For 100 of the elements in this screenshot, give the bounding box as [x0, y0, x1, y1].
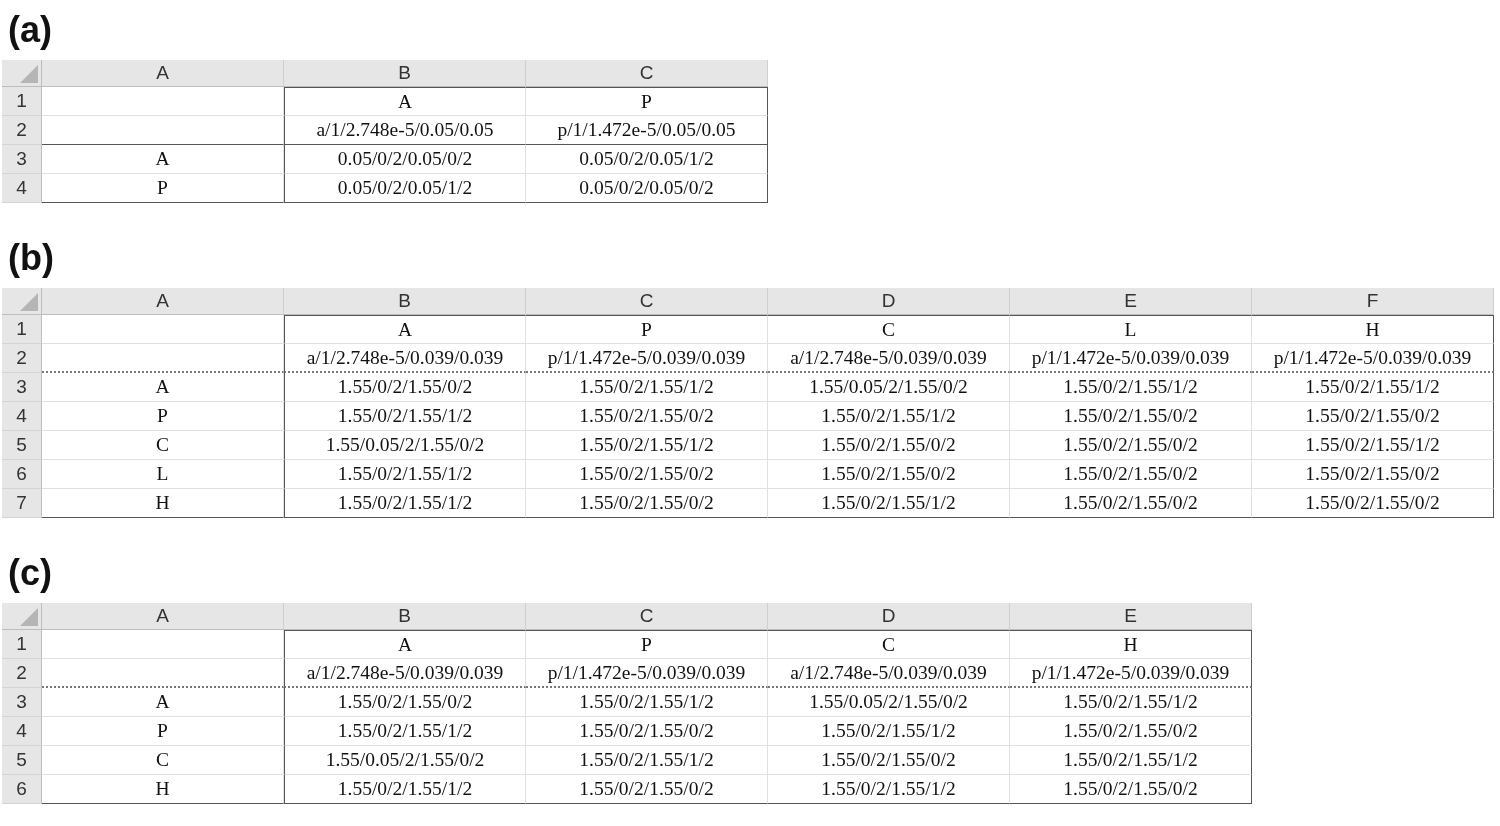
table-cell: 1.55/0/2/1.55/0/2	[1010, 460, 1252, 489]
table-cell: 1.55/0.05/2/1.55/0/2	[284, 431, 526, 460]
table-cell: H	[1010, 630, 1252, 659]
table-cell: 1.55/0/2/1.55/1/2	[284, 775, 526, 804]
table-cell: 0.05/0/2/0.05/1/2	[526, 145, 768, 174]
column-header[interactable]: B	[284, 60, 526, 87]
table-cell: A	[42, 688, 284, 717]
panel-label: (a)	[7, 9, 52, 51]
table-cell: a/1/2.748e-5/0.039/0.039	[284, 659, 526, 688]
table-cell: A	[42, 373, 284, 402]
table-cell: H	[1252, 315, 1494, 344]
table-cell: 1.55/0/2/1.55/1/2	[526, 746, 768, 775]
table-cell: 1.55/0/2/1.55/1/2	[1010, 373, 1252, 402]
row-number[interactable]: 4	[2, 174, 42, 203]
select-all-icon[interactable]	[20, 608, 38, 626]
table-cell: 1.55/0/2/1.55/1/2	[284, 402, 526, 431]
table-cell: p/1/1.472e-5/0.05/0.05	[526, 116, 768, 145]
table-cell: 1.55/0/2/1.55/1/2	[526, 431, 768, 460]
row-number[interactable]: 1	[2, 630, 42, 659]
row-number[interactable]: 7	[2, 489, 42, 518]
column-header[interactable]: B	[284, 288, 526, 315]
table-cell: 1.55/0/2/1.55/0/2	[1010, 717, 1252, 746]
row-number[interactable]: 2	[2, 344, 42, 373]
table-cell: 1.55/0/2/1.55/1/2	[1252, 373, 1494, 402]
table-cell: 1.55/0/2/1.55/0/2	[526, 402, 768, 431]
column-header[interactable]: D	[768, 288, 1010, 315]
row-number[interactable]: 3	[2, 373, 42, 402]
select-all-icon[interactable]	[20, 65, 38, 83]
row-number[interactable]: 1	[2, 315, 42, 344]
row-number[interactable]: 4	[2, 717, 42, 746]
column-header[interactable]: A	[42, 60, 284, 87]
table-cell: P	[42, 402, 284, 431]
table-cell: A	[284, 315, 526, 344]
table-cell: 1.55/0/2/1.55/0/2	[768, 746, 1010, 775]
table-cell: C	[768, 315, 1010, 344]
table-cell: 1.55/0/2/1.55/0/2	[1252, 402, 1494, 431]
column-header[interactable]: C	[526, 288, 768, 315]
panel-label: (c)	[7, 552, 52, 594]
table-cell: 1.55/0/2/1.55/1/2	[768, 489, 1010, 518]
row-number[interactable]: 2	[2, 659, 42, 688]
table-cell: 1.55/0/2/1.55/1/2	[526, 688, 768, 717]
row-number[interactable]: 5	[2, 746, 42, 775]
table-cell: 0.05/0/2/0.05/1/2	[284, 174, 526, 203]
table-cell: 1.55/0/2/1.55/1/2	[284, 460, 526, 489]
table-cell: 1.55/0/2/1.55/1/2	[1010, 688, 1252, 717]
table-cell: a/1/2.748e-5/0.039/0.039	[284, 344, 526, 373]
column-header[interactable]: A	[42, 288, 284, 315]
row-number[interactable]: 6	[2, 460, 42, 489]
row-number[interactable]: 1	[2, 87, 42, 116]
row-number[interactable]: 3	[2, 145, 42, 174]
row-number[interactable]: 2	[2, 116, 42, 145]
table-cell: p/1/1.472e-5/0.039/0.039	[1010, 344, 1252, 373]
table-cell: a/1/2.748e-5/0.039/0.039	[768, 659, 1010, 688]
table-cell: 1.55/0/2/1.55/1/2	[284, 489, 526, 518]
table-cell: A	[42, 145, 284, 174]
column-header[interactable]: D	[768, 603, 1010, 630]
table-cell: H	[42, 775, 284, 804]
table-cell: p/1/1.472e-5/0.039/0.039	[1252, 344, 1494, 373]
table-cell: 1.55/0.05/2/1.55/0/2	[284, 746, 526, 775]
table-cell: p/1/1.472e-5/0.039/0.039	[1010, 659, 1252, 688]
table-cell: 1.55/0/2/1.55/0/2	[526, 489, 768, 518]
table-cell: 1.55/0/2/1.55/1/2	[768, 402, 1010, 431]
panel-label: (b)	[7, 237, 54, 279]
table-cell: 1.55/0/2/1.55/1/2	[1252, 431, 1494, 460]
row-number[interactable]: 5	[2, 431, 42, 460]
row-number[interactable]: 4	[2, 402, 42, 431]
row-number[interactable]: 3	[2, 688, 42, 717]
table-cell: C	[42, 431, 284, 460]
table-cell: H	[42, 489, 284, 518]
table-cell: 1.55/0.05/2/1.55/0/2	[768, 688, 1010, 717]
column-header[interactable]: E	[1010, 603, 1252, 630]
table-cell: 1.55/0/2/1.55/1/2	[768, 775, 1010, 804]
table-cell: 1.55/0/2/1.55/0/2	[526, 460, 768, 489]
column-header[interactable]: A	[42, 603, 284, 630]
column-header[interactable]: C	[526, 60, 768, 87]
table-cell: a/1/2.748e-5/0.039/0.039	[768, 344, 1010, 373]
select-all-icon[interactable]	[20, 293, 38, 311]
table-cell: 1.55/0/2/1.55/0/2	[284, 373, 526, 402]
table-cell: P	[42, 174, 284, 203]
table-cell: a/1/2.748e-5/0.05/0.05	[284, 116, 526, 145]
table-cell: L	[1010, 315, 1252, 344]
table-cell: 1.55/0/2/1.55/0/2	[768, 431, 1010, 460]
table-cell: 1.55/0/2/1.55/0/2	[526, 775, 768, 804]
column-header[interactable]: F	[1252, 288, 1494, 315]
table-cell: 1.55/0/2/1.55/1/2	[1010, 746, 1252, 775]
column-header[interactable]: B	[284, 603, 526, 630]
table-cell: 1.55/0/2/1.55/0/2	[526, 717, 768, 746]
column-header[interactable]: E	[1010, 288, 1252, 315]
table-cell: p/1/1.472e-5/0.039/0.039	[526, 659, 768, 688]
table-cell: P	[526, 630, 768, 659]
column-header[interactable]: C	[526, 603, 768, 630]
table-cell: P	[526, 87, 768, 116]
table-cell: A	[284, 630, 526, 659]
table-cell: A	[284, 87, 526, 116]
table-cell: 1.55/0/2/1.55/0/2	[1010, 489, 1252, 518]
table-cell: P	[526, 315, 768, 344]
table-cell: 1.55/0/2/1.55/1/2	[284, 717, 526, 746]
table-cell: C	[42, 746, 284, 775]
row-number[interactable]: 6	[2, 775, 42, 804]
table-cell: P	[42, 717, 284, 746]
